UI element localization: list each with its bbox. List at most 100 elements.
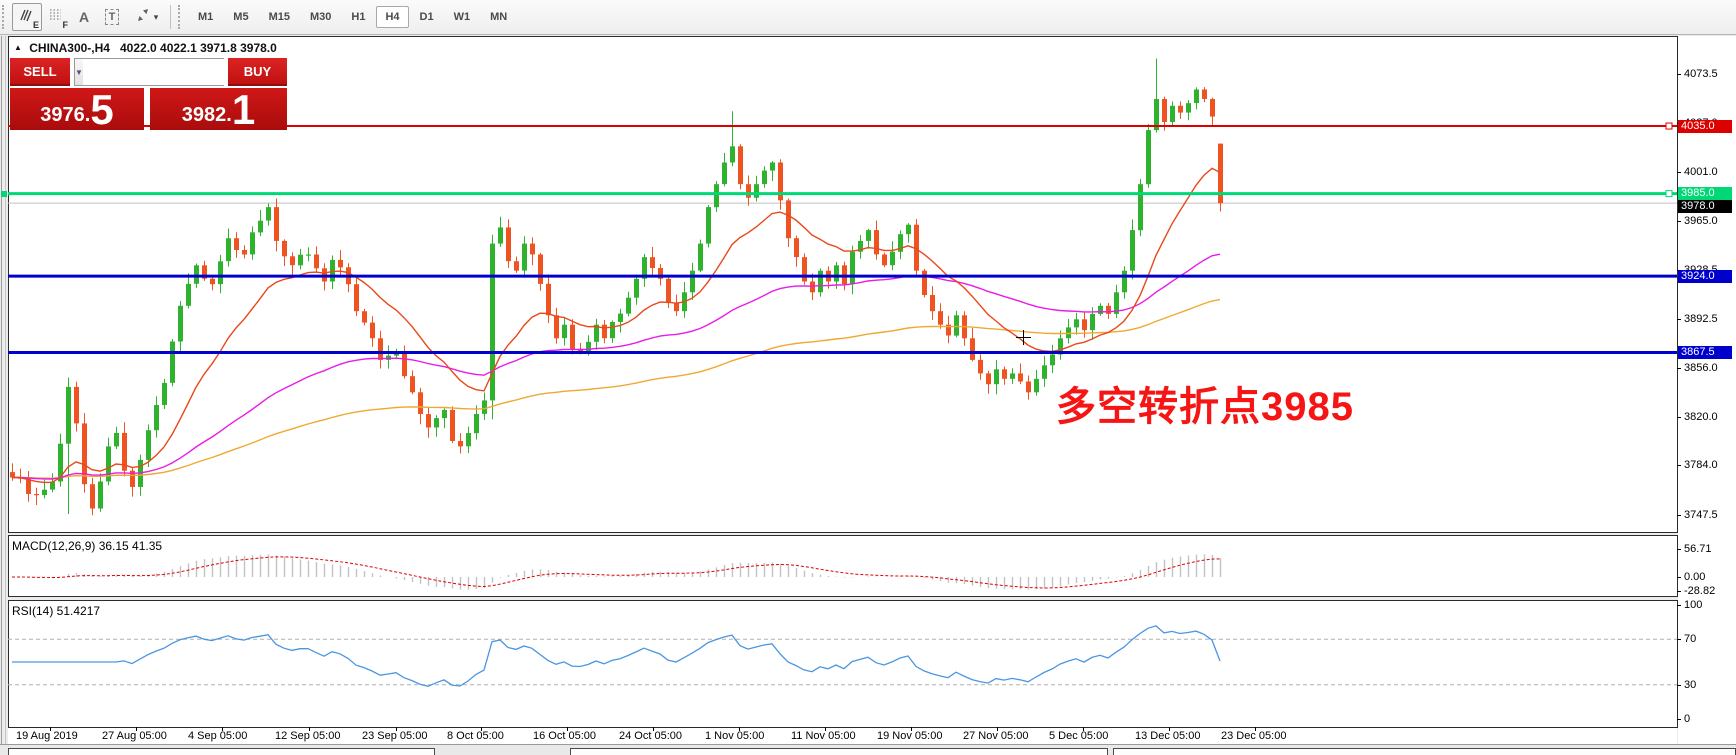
x-axis-tick	[825, 727, 826, 731]
price-level-box: 3985.0	[1678, 187, 1732, 200]
x-axis-tick	[222, 727, 223, 731]
y-tick-label: 3856.0	[1684, 362, 1718, 374]
price-level-box: 4035.0	[1678, 120, 1732, 133]
x-axis-label: 13 Dec 05:00	[1135, 730, 1201, 742]
x-axis-label: 16 Oct 05:00	[533, 730, 596, 742]
y-tick-label: 4001.0	[1684, 166, 1718, 178]
trading-platform-window: E F A T ▾ M1 M5 M15 M30 H1 H4 D1 W1 MN 19 Aug 20	[0, 0, 1736, 755]
toolbar: E F A T ▾ M1 M5 M15 M30 H1 H4 D1 W1 MN	[0, 0, 1736, 35]
x-axis-label: 19 Aug 2019	[16, 730, 78, 742]
x-axis-tick	[50, 727, 51, 731]
macd-label: MACD(12,26,9) 36.15 41.35	[12, 539, 163, 553]
x-axis-tick	[1255, 727, 1256, 731]
collapse-triangle-icon[interactable]: ▲	[14, 43, 22, 52]
bid-price-panel[interactable]: 3976. 5	[10, 86, 144, 133]
x-axis-tick	[396, 727, 397, 731]
buy-button[interactable]: BUY	[228, 58, 287, 86]
arrows-tool-button[interactable]: ▾	[126, 4, 166, 30]
macd-tick-label: 0.00	[1684, 571, 1706, 583]
charts-tool-button[interactable]: E	[12, 3, 42, 31]
rsi-tick-label: 70	[1684, 633, 1697, 645]
rsi-label: RSI(14) 51.4217	[12, 604, 101, 618]
y-tick-label: 3784.0	[1684, 459, 1718, 471]
window-edge	[1, 36, 2, 755]
text-label-tool-button[interactable]: A	[70, 4, 98, 30]
ask-price-big-digit: 1	[231, 86, 256, 133]
x-axis-label: 1 Nov 05:00	[705, 730, 765, 742]
timeframe-group: M1 M5 M15 M30 H1 H4 D1 W1 MN	[188, 6, 517, 28]
macd-tick-label: -28.82	[1684, 585, 1716, 597]
window-tab[interactable]	[1113, 748, 1736, 755]
tf-h1[interactable]: H1	[342, 6, 374, 28]
chart-annotation-text: 多空转折点3985	[1056, 385, 1354, 429]
x-axis-label: 23 Sep 05:00	[362, 730, 428, 742]
sell-button[interactable]: SELL	[10, 58, 70, 86]
x-axis-tick	[136, 727, 137, 731]
volume-decrease-button[interactable]: ▼	[75, 59, 83, 85]
x-axis-tick	[309, 727, 310, 731]
x-axis-tick	[481, 727, 482, 731]
x-axis-label: 23 Dec 05:00	[1221, 730, 1287, 742]
x-axis-label: 27 Aug 05:00	[102, 730, 167, 742]
tf-mn[interactable]: MN	[481, 6, 516, 28]
bid-price-big-digit: 5	[90, 86, 114, 133]
green-line-handle[interactable]	[1, 191, 7, 197]
chart-title: ▲ CHINA300-,H4 4022.0 4022.1 3971.8 3978…	[14, 41, 277, 55]
y-tick-label: 3965.0	[1684, 215, 1718, 227]
bottom-tab-strip	[0, 744, 1736, 755]
tf-m30[interactable]: M30	[301, 6, 340, 28]
x-axis-label: 24 Oct 05:00	[619, 730, 682, 742]
tf-m5[interactable]: M5	[224, 6, 257, 28]
toolbar-grip[interactable]	[178, 5, 185, 29]
dropdown-caret-icon[interactable]: ▾	[154, 12, 159, 23]
symbol-name: CHINA300-,H4	[29, 41, 110, 55]
x-axis-tick	[1169, 727, 1170, 731]
y-tick-label: 3747.5	[1684, 509, 1718, 521]
ask-price: 3982.	[181, 104, 232, 126]
x-axis-tick	[653, 727, 654, 731]
x-axis-label: 27 Nov 05:00	[963, 730, 1029, 742]
tool-sub-letter: E	[32, 20, 39, 30]
tf-w1[interactable]: W1	[445, 6, 480, 28]
x-axis-tick	[1083, 727, 1084, 731]
x-axis-tick	[911, 727, 912, 731]
tf-m1[interactable]: M1	[189, 6, 222, 28]
window-edge	[5, 36, 6, 755]
volume-spinner: ▼ ▲	[74, 58, 279, 86]
y-tick-label: 4073.5	[1684, 68, 1718, 80]
letter-t-boxed-icon: T	[104, 9, 120, 25]
toolbar-grip[interactable]	[2, 5, 9, 29]
indicators-tool-button[interactable]: F	[42, 4, 70, 30]
x-axis-tick	[567, 727, 568, 731]
one-click-trade-widget: SELL ▼ ▲ BUY 3976. 5 3982. 1	[10, 58, 287, 133]
x-axis-tick	[997, 727, 998, 731]
rsi-tick-label: 100	[1684, 599, 1703, 611]
macd-tick-label: 56.71	[1684, 543, 1712, 555]
double-arrow-icon	[134, 6, 152, 29]
tf-m15[interactable]: M15	[260, 6, 299, 28]
text-box-tool-button[interactable]: T	[98, 4, 126, 30]
bid-price: 3976.	[40, 104, 91, 126]
tool-sub-letter: F	[62, 20, 69, 30]
x-axis-label: 4 Sep 05:00	[188, 730, 248, 742]
crosshair-cursor	[1023, 330, 1024, 345]
x-axis-label: 11 Nov 05:00	[791, 730, 856, 742]
ohlc-values: 4022.0 4022.1 3971.8 3978.0	[120, 41, 277, 55]
toolbar-separator	[170, 5, 172, 29]
rsi-tick-label: 30	[1684, 679, 1697, 691]
price-level-box: 3924.0	[1678, 270, 1732, 283]
letter-a-icon: A	[78, 9, 90, 25]
rsi-chart	[8, 625, 1677, 687]
tf-d1[interactable]: D1	[411, 6, 443, 28]
x-axis-label: 19 Nov 05:00	[877, 730, 943, 742]
ask-price-panel[interactable]: 3982. 1	[150, 86, 287, 133]
y-tick-label: 3820.0	[1684, 411, 1718, 423]
window-tab[interactable]	[8, 748, 435, 755]
x-axis-label: 5 Dec 05:00	[1049, 730, 1109, 742]
macd-chart	[12, 554, 1222, 590]
price-level-box: 3978.0	[1678, 200, 1732, 213]
x-axis-tick	[739, 727, 740, 731]
window-tab[interactable]	[570, 748, 1108, 755]
tf-h4[interactable]: H4	[376, 6, 409, 28]
y-tick-label: 3892.5	[1684, 313, 1718, 325]
